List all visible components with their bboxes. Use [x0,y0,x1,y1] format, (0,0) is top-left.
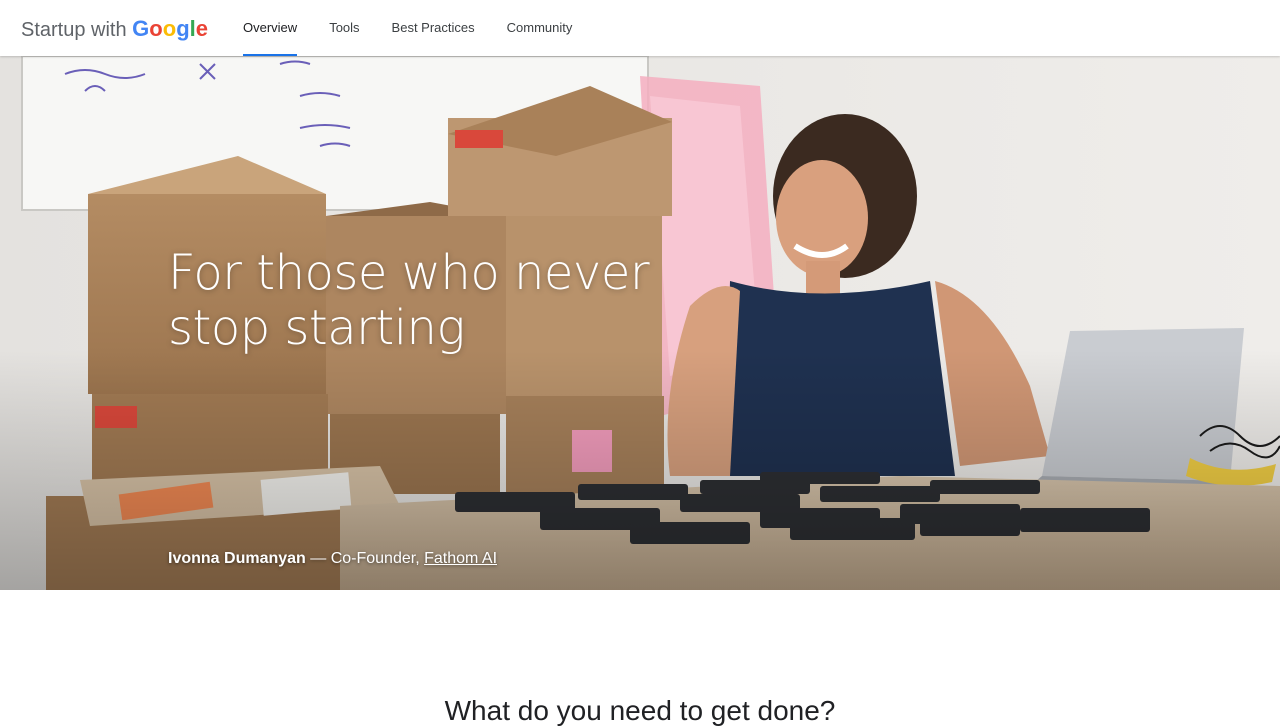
hero-banner: For those who never stop starting Ivonna… [0,56,1280,590]
section-heading: What do you need to get done? [444,695,836,726]
brand-letter: o [149,16,163,41]
tab-tools[interactable]: Tools [329,0,359,56]
tab-community[interactable]: Community [507,0,573,56]
tab-best-practices[interactable]: Best Practices [392,0,475,56]
brand-letter: o [162,16,177,41]
caption-company-link[interactable]: Fathom AI [424,550,497,567]
brand-prefix: Startup with [21,19,133,41]
brand-letter: e [195,16,209,41]
brand-letter: g [176,16,190,41]
caption-name: Ivonna Dumanyan [168,550,306,567]
caption-role: Co-Founder, [330,550,425,567]
tab-overview[interactable]: Overview [243,0,298,56]
brand-letter: G [132,16,150,41]
site-logo[interactable]: Startup with Google [21,16,208,43]
site-header: Startup with Google Overview Tools Best … [0,0,1280,56]
hero-caption: Ivonna Dumanyan — Co-Founder, Fathom AI [168,550,497,568]
hero-headline: For those who never stop starting [168,245,650,356]
main-nav: Overview Tools Best Practices Community [243,0,604,56]
caption-separator: — [305,550,331,567]
